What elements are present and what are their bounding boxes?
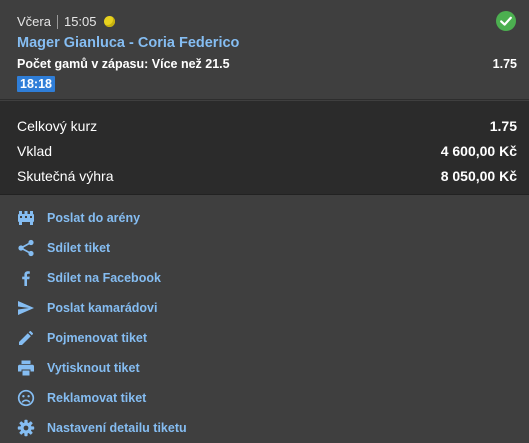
stake-label: Vklad xyxy=(17,143,53,159)
send-to-arena-button[interactable]: Poslat do arény xyxy=(0,206,300,230)
arena-icon xyxy=(17,209,35,227)
ticket-detail: Včera 15:05 Mager Gianluca - Coria Feder… xyxy=(0,0,529,443)
bet-odd: 1.75 xyxy=(492,57,517,71)
bet-meta: Včera 15:05 xyxy=(17,14,115,29)
bet-market: Počet gamů v zápasu: Více než 21.5 xyxy=(17,57,230,71)
share-facebook-button[interactable]: Sdílet na Facebook xyxy=(0,266,300,290)
win-value: 8 050,00 Kč xyxy=(440,168,517,184)
divider xyxy=(56,14,58,29)
ticket-summary: Celkový kurz 1.75 Vklad 4 600,00 Kč Skut… xyxy=(0,101,529,195)
action-label: Poslat kamarádovi xyxy=(47,301,158,315)
action-label: Reklamovat tiket xyxy=(47,391,147,405)
market-value: Více než 21.5 xyxy=(151,57,230,71)
complaint-ticket-button[interactable]: Reklamovat tiket xyxy=(0,386,300,410)
send-to-friend-button[interactable]: Poslat kamarádovi xyxy=(0,296,300,320)
bet-day: Včera xyxy=(17,14,51,29)
win-row: Skutečná výhra 8 050,00 Kč xyxy=(17,168,517,188)
printer-icon xyxy=(17,359,35,377)
share-icon xyxy=(17,239,35,257)
send-icon xyxy=(17,299,35,317)
facebook-icon xyxy=(17,269,35,287)
market-label: Počet gamů v zápasu: xyxy=(17,57,149,71)
print-ticket-button[interactable]: Vytisknout tiket xyxy=(0,356,300,380)
stake-row: Vklad 4 600,00 Kč xyxy=(17,143,517,163)
tennis-ball-icon xyxy=(103,16,115,27)
total-odds-row: Celkový kurz 1.75 xyxy=(17,118,517,138)
action-label: Pojmenovat tiket xyxy=(47,331,148,345)
total-odds-value: 1.75 xyxy=(489,118,517,134)
action-label: Sdílet na Facebook xyxy=(47,271,161,285)
action-label: Vytisknout tiket xyxy=(47,361,140,375)
gear-icon xyxy=(17,419,35,437)
action-label: Sdílet tiket xyxy=(47,241,111,255)
total-odds-label: Celkový kurz xyxy=(17,118,98,134)
sad-face-icon xyxy=(17,389,35,407)
match-time-badge: 18:18 xyxy=(17,76,55,92)
check-circle-icon xyxy=(496,11,516,31)
match-link[interactable]: Mager Gianluca - Coria Federico xyxy=(17,35,239,51)
share-ticket-button[interactable]: Sdílet tiket xyxy=(0,236,300,260)
action-label: Poslat do arény xyxy=(47,211,141,225)
action-label: Nastavení detailu tiketu xyxy=(47,421,187,435)
bet-time: 15:05 xyxy=(63,14,97,29)
stake-value: 4 600,00 Kč xyxy=(440,143,517,159)
name-ticket-button[interactable]: Pojmenovat tiket xyxy=(0,326,300,350)
bet-item: Včera 15:05 Mager Gianluca - Coria Feder… xyxy=(0,0,529,100)
pencil-icon xyxy=(17,329,35,347)
win-label: Skutečná výhra xyxy=(17,168,114,184)
ticket-settings-button[interactable]: Nastavení detailu tiketu xyxy=(0,416,300,440)
